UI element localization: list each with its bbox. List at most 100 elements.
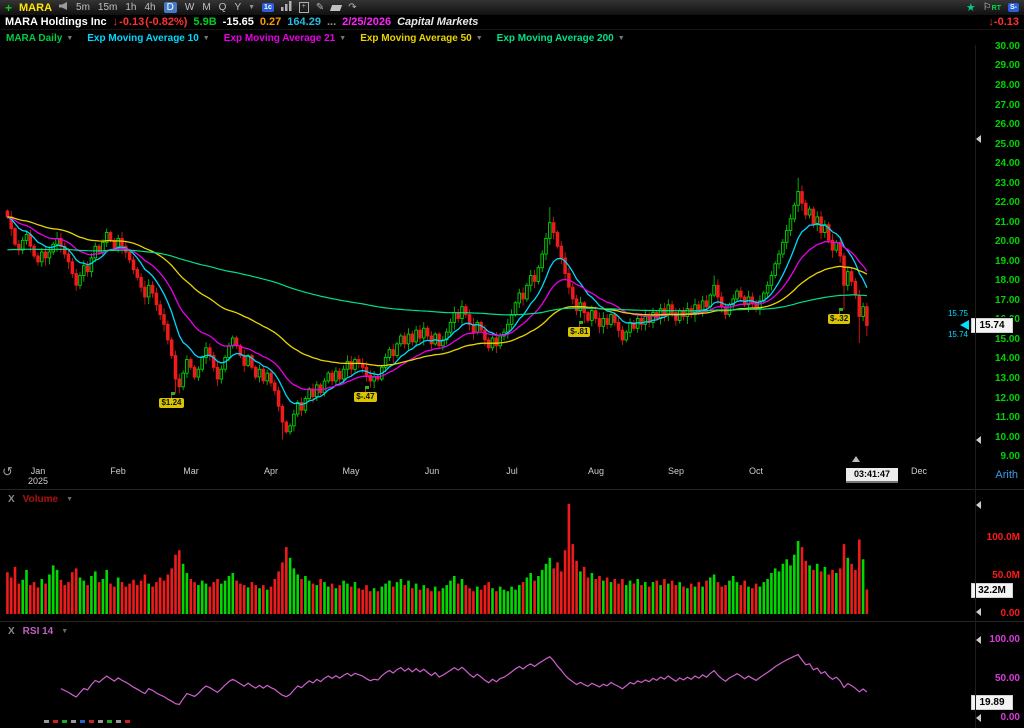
price-tick-label: 18.00 <box>976 275 1020 286</box>
timeframe-button-d[interactable]: D <box>164 2 177 13</box>
volume-pane-title[interactable]: Volume <box>23 494 58 505</box>
close-rsi-pane-button[interactable]: X <box>8 626 15 637</box>
share-chart-icon[interactable]: ↷ <box>348 3 356 13</box>
rsi-dropdown-caret[interactable]: ▼ <box>61 628 68 635</box>
axis-range-arrow <box>976 608 981 616</box>
time-axis[interactable]: ↺ 03:41:47 Arith Jan2025FebMarAprMayJunJ… <box>0 463 1024 489</box>
symbol-label[interactable]: MARA <box>19 2 52 14</box>
company-name: MARA Holdings Inc <box>5 16 107 28</box>
timeframe-button-y[interactable]: Y <box>234 2 241 13</box>
price-tick-label: 29.00 <box>976 60 1020 71</box>
price-tick-label: 28.00 <box>976 80 1020 91</box>
volume-chart-canvas[interactable] <box>0 490 975 620</box>
trading-chart-window: + MARA 5m 15m 1h 4h DWMQY ▼ 1c + ✎ ↷ ★ ⚐RT S… <box>0 0 1024 728</box>
price-tick-label: 15.00 <box>976 334 1020 345</box>
timeframe-button-1h[interactable]: 1h <box>125 2 136 13</box>
stat-value-3: 0.27 <box>260 16 281 28</box>
price-tick-label: 13.00 <box>976 373 1020 384</box>
stat-value-4: 164.29 <box>287 16 321 28</box>
axis-range-arrow <box>976 436 981 444</box>
x-axis-month-label: Feb <box>101 466 135 476</box>
timeframe-button-w[interactable]: W <box>185 2 194 13</box>
market-cap: 5.9B <box>193 16 216 28</box>
x-axis-month-label: May <box>334 466 368 476</box>
favorite-star-icon[interactable]: ★ <box>966 1 976 14</box>
legend-item-3[interactable]: Exp Moving Average 50 ▼ <box>360 33 482 44</box>
price-tick-label: 30.00 <box>976 41 1020 52</box>
draw-pencil-icon[interactable]: ✎ <box>316 3 324 13</box>
last-price-label: 15.74 <box>971 318 1013 333</box>
stats-ellipsis[interactable]: ... <box>327 16 336 28</box>
legend-item-4[interactable]: Exp Moving Average 200▼ <box>497 33 625 44</box>
stat-value-2: -15.65 <box>223 16 254 28</box>
rsi-axis[interactable]: 100.0050.000.00 <box>976 622 1024 728</box>
timeframe-dropdown-caret[interactable]: ▼ <box>248 4 255 11</box>
legend-dropdown-caret[interactable]: ▼ <box>203 35 210 42</box>
x-axis-month-label: Aug <box>579 466 613 476</box>
price-tick-label: 9.00 <box>976 451 1020 462</box>
change-right: ↓-0.13 <box>988 16 1019 28</box>
axis-range-arrow <box>976 636 981 644</box>
reset-zoom-icon[interactable]: ↺ <box>2 464 13 480</box>
x-axis-month-label: Oct <box>739 466 773 476</box>
earnings-flag-marker[interactable]: $-.47 <box>354 392 376 402</box>
price-change-pct: (-0.82%) <box>145 16 187 28</box>
x-axis-month-label: Sep <box>659 466 693 476</box>
price-tick-label: 11.00 <box>976 412 1020 423</box>
realtime-flag-icon: ⚐RT <box>983 2 1001 13</box>
timeframe-group: 5m 15m 1h 4h DWMQY <box>76 2 241 13</box>
earnings-flag-marker[interactable]: $-.32 <box>828 314 850 324</box>
rsi-tick-label: 50.00 <box>976 673 1020 684</box>
add-symbol-button[interactable]: + <box>5 3 12 13</box>
legend-dropdown-caret[interactable]: ▼ <box>66 35 73 42</box>
legend-item-label: MARA Daily <box>6 33 62 44</box>
price-chart-canvas[interactable] <box>0 45 975 463</box>
one-click-trade-badge[interactable]: 1c <box>262 3 274 12</box>
timeframe-button-15m[interactable]: 15m <box>98 2 117 13</box>
price-tick-label: 20.00 <box>976 236 1020 247</box>
chart-type-icon[interactable] <box>281 1 292 14</box>
scale-mode-toggle[interactable]: Arith <box>995 469 1018 481</box>
x-axis-month-label: Mar <box>174 466 208 476</box>
price-tick-label: 19.00 <box>976 256 1020 267</box>
scroll-to-latest-icon[interactable] <box>852 456 860 462</box>
current-price-arrow <box>960 320 969 330</box>
price-axis[interactable]: 30.0029.0028.0027.0026.0025.0024.0023.00… <box>976 45 1024 463</box>
alerts-icon[interactable] <box>59 2 69 13</box>
rsi-pane-title[interactable]: RSI 14 <box>23 626 54 637</box>
earnings-flag-marker[interactable]: $-.81 <box>568 327 590 337</box>
legend-dropdown-caret[interactable]: ▼ <box>618 35 625 42</box>
study-legend-row: MARA Daily▼Exp Moving Average 10▼Exp Mov… <box>0 31 1024 45</box>
volume-pane-header: X Volume ▼ <box>8 494 73 505</box>
timeframe-button-q[interactable]: Q <box>219 2 227 13</box>
timeframe-button-m[interactable]: M <box>202 2 210 13</box>
timeframe-button-5m[interactable]: 5m <box>76 2 90 13</box>
earnings-flag-marker[interactable]: $1.24 <box>159 398 183 408</box>
legend-item-0[interactable]: MARA Daily ▼ <box>6 33 73 44</box>
eraser-icon[interactable] <box>330 5 342 11</box>
legend-dropdown-caret[interactable]: ▼ <box>339 35 346 42</box>
axis-range-arrow <box>976 135 981 143</box>
x-axis-month-label: Apr <box>254 466 288 476</box>
current-rsi-label: 19.89 <box>971 695 1013 710</box>
timeframe-button-4h[interactable]: 4h <box>145 2 156 13</box>
rsi-chart-canvas[interactable] <box>0 622 975 728</box>
price-tick-label: 23.00 <box>976 178 1020 189</box>
stream-status-badge: S- <box>1008 3 1019 12</box>
x-axis-month-label: Jul <box>495 466 529 476</box>
price-tick-label: 10.00 <box>976 432 1020 443</box>
bid-price-label: 15.75 <box>936 309 968 318</box>
legend-item-2[interactable]: Exp Moving Average 21▼ <box>224 33 346 44</box>
add-study-icon[interactable]: + <box>299 2 309 13</box>
next-earnings-date: 2/25/2026 <box>342 16 391 28</box>
volume-axis[interactable]: 100.0M50.0M0.00 <box>976 490 1024 620</box>
legend-dropdown-caret[interactable]: ▼ <box>476 35 483 42</box>
price-tick-label: 14.00 <box>976 353 1020 364</box>
close-volume-pane-button[interactable]: X <box>8 494 15 505</box>
legend-item-1[interactable]: Exp Moving Average 10▼ <box>87 33 209 44</box>
x-axis-month-label: Dec <box>902 466 936 476</box>
price-tick-label: 24.00 <box>976 158 1020 169</box>
volume-dropdown-caret[interactable]: ▼ <box>66 496 73 503</box>
legend-item-label: Exp Moving Average 50 <box>360 33 472 44</box>
x-axis-month-label: Jun <box>415 466 449 476</box>
